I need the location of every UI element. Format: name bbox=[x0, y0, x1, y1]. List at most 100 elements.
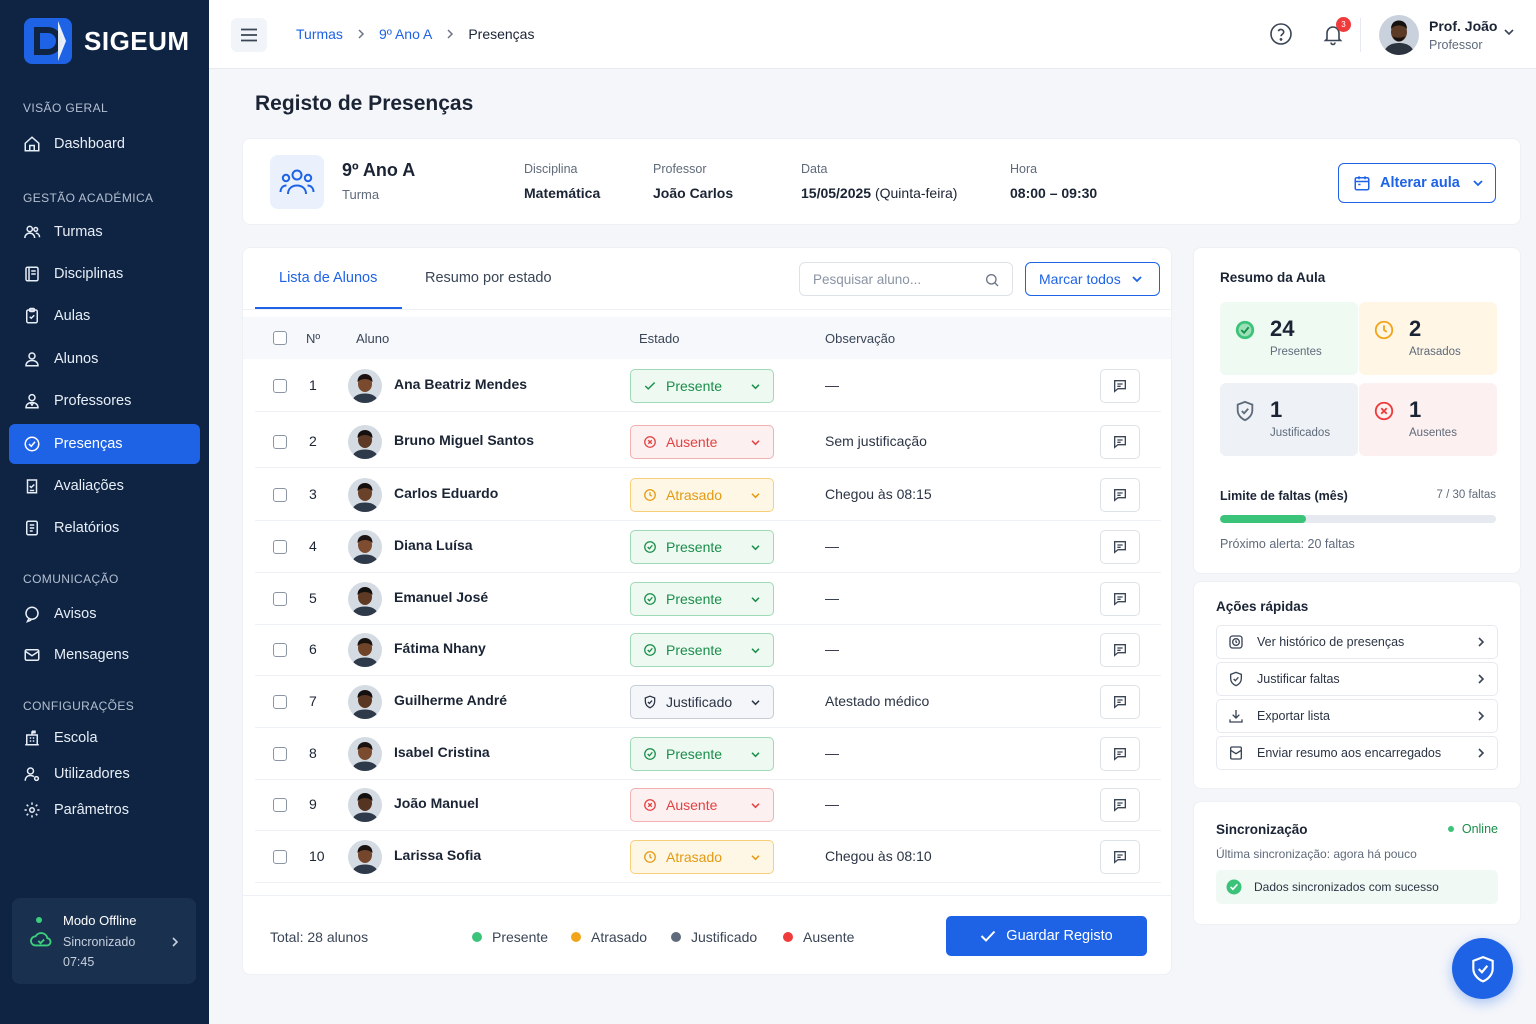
offline-title: Modo Offline bbox=[63, 913, 137, 928]
date-value: 15/05/2025 bbox=[801, 185, 872, 201]
action-label: Justificar faltas bbox=[1257, 672, 1340, 686]
status-select[interactable]: Presente bbox=[630, 633, 774, 667]
time-meta: Hora 08:00 – 09:30 bbox=[1010, 162, 1097, 201]
tab-status-summary[interactable]: Resumo por estado bbox=[425, 270, 552, 286]
sidebar-item-utilizadores[interactable]: Utilizadores bbox=[9, 754, 200, 794]
header-note: Observação bbox=[825, 331, 896, 346]
row-checkbox[interactable] bbox=[273, 850, 287, 864]
sidebar-item-aulas[interactable]: Aulas bbox=[9, 296, 200, 336]
security-fab-button[interactable] bbox=[1452, 938, 1513, 999]
status-select[interactable]: Presente bbox=[630, 530, 774, 564]
sidebar-item-turmas[interactable]: Turmas bbox=[9, 212, 200, 252]
app-logo[interactable]: SIGEUM bbox=[24, 18, 190, 64]
breadcrumb-current: Presenças bbox=[468, 26, 535, 42]
comment-button[interactable] bbox=[1100, 530, 1140, 564]
action-label: Ver histórico de presenças bbox=[1257, 635, 1405, 649]
legend-dot bbox=[472, 932, 482, 942]
stat-value: 1 bbox=[1409, 397, 1422, 422]
sidebar-item-disciplinas[interactable]: Disciplinas bbox=[9, 254, 200, 294]
chevron-down-icon bbox=[750, 647, 761, 654]
status-select[interactable]: Presente bbox=[630, 737, 774, 771]
cloud-check-icon bbox=[30, 930, 52, 950]
status-select[interactable]: Ausente bbox=[630, 425, 774, 459]
comment-button[interactable] bbox=[1100, 425, 1140, 459]
comment-button[interactable] bbox=[1100, 369, 1140, 403]
summary-title: Resumo da Aula bbox=[1220, 270, 1326, 285]
calendar-icon bbox=[1354, 176, 1370, 191]
row-checkbox[interactable] bbox=[273, 695, 287, 709]
change-class-button[interactable]: Alterar aula bbox=[1338, 163, 1496, 203]
avatar[interactable] bbox=[1379, 15, 1419, 55]
comment-button[interactable] bbox=[1100, 478, 1140, 512]
check-circle-icon bbox=[23, 435, 41, 453]
sidebar-item-label: Parâmetros bbox=[54, 802, 129, 818]
row-checkbox[interactable] bbox=[273, 540, 287, 554]
search-box[interactable] bbox=[799, 262, 1013, 296]
search-input[interactable] bbox=[813, 271, 983, 287]
stat-value: 2 bbox=[1409, 316, 1422, 341]
status-label: Atrasado bbox=[666, 487, 723, 503]
meta-label: Data bbox=[801, 162, 828, 176]
sidebar-item-mensagens[interactable]: Mensagens bbox=[9, 635, 200, 675]
breadcrumb-class[interactable]: 9º Ano A bbox=[379, 26, 432, 42]
comment-button[interactable] bbox=[1100, 737, 1140, 771]
action-justify[interactable]: Justificar faltas bbox=[1216, 662, 1498, 696]
chevron-down-icon[interactable] bbox=[1503, 28, 1515, 36]
teacher-value: João Carlos bbox=[653, 185, 734, 201]
mark-all-button[interactable]: Marcar todos bbox=[1025, 262, 1160, 296]
action-history[interactable]: Ver histórico de presenças bbox=[1216, 625, 1498, 659]
nav-section-title: CONFIGURAÇÕES bbox=[23, 699, 135, 713]
check-circle-icon bbox=[1234, 319, 1256, 341]
status-select[interactable]: Atrasado bbox=[630, 478, 774, 512]
breadcrumb-turmas[interactable]: Turmas bbox=[296, 26, 343, 42]
student-name: Isabel Cristina bbox=[394, 744, 490, 760]
sidebar-item-dashboard[interactable]: Dashboard bbox=[9, 124, 200, 164]
comment-button[interactable] bbox=[1100, 840, 1140, 874]
row-checkbox[interactable] bbox=[273, 643, 287, 657]
sidebar-item-label: Mensagens bbox=[54, 647, 129, 663]
sidebar-item-presencas[interactable]: Presenças bbox=[9, 424, 200, 464]
save-record-button[interactable]: Guardar Registo bbox=[946, 916, 1147, 956]
row-number: 10 bbox=[309, 848, 325, 864]
table-row: 7 Guilherme André Justificado Atestado médi… bbox=[255, 676, 1161, 728]
row-checkbox[interactable] bbox=[273, 435, 287, 449]
table-row: 10 Larissa Sofia Atrasado Chegou às 08:10 bbox=[255, 831, 1161, 883]
sidebar-item-relatorios[interactable]: Relatórios bbox=[9, 508, 200, 548]
user-role: Professor bbox=[1429, 38, 1483, 52]
comment-button[interactable] bbox=[1100, 582, 1140, 616]
comment-button[interactable] bbox=[1100, 788, 1140, 822]
row-checkbox[interactable] bbox=[273, 798, 287, 812]
sidebar-item-escola[interactable]: Escola bbox=[9, 718, 200, 758]
row-checkbox[interactable] bbox=[273, 488, 287, 502]
observation-text: — bbox=[825, 538, 839, 554]
tab-student-list[interactable]: Lista de Alunos bbox=[279, 270, 377, 286]
comment-button[interactable] bbox=[1100, 685, 1140, 719]
status-select[interactable]: Presente bbox=[630, 582, 774, 616]
teacher-icon bbox=[23, 392, 41, 410]
user-name[interactable]: Prof. João bbox=[1429, 18, 1497, 34]
sidebar-item-avaliacoes[interactable]: Avaliações bbox=[9, 466, 200, 506]
action-send-summary[interactable]: Enviar resumo aos encarregados bbox=[1216, 736, 1498, 770]
action-export[interactable]: Exportar lista bbox=[1216, 699, 1498, 733]
row-checkbox[interactable] bbox=[273, 592, 287, 606]
x-circle-icon bbox=[643, 798, 657, 812]
status-select[interactable]: Ausente bbox=[630, 788, 774, 822]
sidebar-item-avisos[interactable]: Avisos bbox=[9, 594, 200, 634]
status-select[interactable]: Presente bbox=[630, 369, 774, 403]
status-select[interactable]: Justificado bbox=[630, 685, 774, 719]
comment-button[interactable] bbox=[1100, 633, 1140, 667]
offline-mode-card[interactable]: Modo Offline Sincronizado 07:45 bbox=[12, 898, 196, 984]
row-checkbox[interactable] bbox=[273, 379, 287, 393]
status-select[interactable]: Atrasado bbox=[630, 840, 774, 874]
help-icon[interactable] bbox=[1269, 22, 1293, 46]
absence-limit-fill bbox=[1220, 515, 1306, 523]
sidebar-item-alunos[interactable]: Alunos bbox=[9, 339, 200, 379]
menu-toggle-button[interactable] bbox=[231, 18, 267, 52]
chevron-down-icon bbox=[750, 439, 761, 446]
sidebar-item-parametros[interactable]: Parâmetros bbox=[9, 790, 200, 830]
row-checkbox[interactable] bbox=[273, 747, 287, 761]
app-name: SIGEUM bbox=[84, 25, 190, 56]
select-all-checkbox[interactable] bbox=[273, 331, 287, 345]
sidebar-item-professores[interactable]: Professores bbox=[9, 381, 200, 421]
legend-item: Ausente bbox=[783, 929, 854, 945]
